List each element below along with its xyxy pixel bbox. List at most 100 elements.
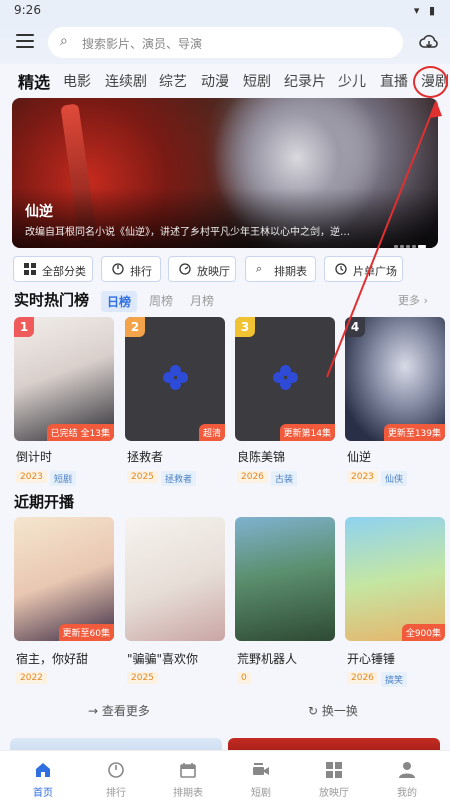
refresh-icon: ↻ — [308, 704, 322, 718]
user-icon — [399, 762, 415, 778]
genre-tag: 短剧 — [50, 471, 77, 486]
nav-rank[interactable]: 排行 — [81, 751, 151, 800]
poster: 更新至60集 — [14, 517, 114, 641]
poster: 3 更新第14集 — [235, 317, 335, 441]
banner-title: 仙逆 — [25, 204, 53, 220]
more-link[interactable]: 更多 › — [398, 292, 428, 308]
year-tag: 2026 — [347, 672, 378, 684]
status-badge: 更新至60集 — [58, 624, 114, 641]
hot-ranking-title: 实时热门榜 — [14, 291, 90, 309]
nav-rank-label: 排行 — [106, 788, 126, 799]
genre-tag: 仙侠 — [381, 471, 408, 486]
tab-kids[interactable]: 少儿 — [338, 71, 366, 91]
grid-icon — [326, 762, 342, 778]
title: 开心锤锤 — [347, 652, 396, 666]
poster: 2 超清 — [125, 317, 225, 441]
nav-profile-label: 我的 — [397, 788, 417, 799]
cinema-icon — [179, 263, 191, 275]
year-tag: 2022 — [16, 672, 47, 684]
nav-profile[interactable]: 我的 — [372, 751, 442, 800]
hero-banner[interactable]: 仙逆 改编自耳根同名小说《仙逆》，讲述了乡村平凡少年王林以心中之剑，逆… — [12, 98, 438, 248]
schedule-button[interactable]: ⌕ 排期表 — [245, 256, 316, 282]
rank-badge: 2 — [125, 317, 145, 337]
tab-daily[interactable]: 日榜 — [101, 291, 138, 312]
genre-tag: 搞笑 — [381, 672, 408, 687]
status-badge: 全900集 — [401, 624, 445, 641]
year-tag: 2023 — [347, 471, 378, 483]
placeholder-icon — [273, 365, 299, 391]
category-tabs: 精选 电影 连续剧 综艺 动漫 短剧 纪录片 少儿 直播 漫剧 — [0, 66, 450, 96]
search-icon: ⌕ — [256, 262, 263, 275]
shuffle-button[interactable]: ↻ 换一换 — [308, 702, 358, 719]
rank-icon — [108, 762, 124, 778]
genre-tag: 拯救者 — [161, 471, 197, 486]
rank-badge: 1 — [14, 317, 34, 337]
year-tag: 2023 — [16, 471, 47, 483]
tab-weekly[interactable]: 周榜 — [149, 292, 173, 309]
year-tag: 2026 — [237, 471, 268, 483]
poster — [125, 517, 225, 641]
placeholder-icon — [163, 365, 189, 391]
rank-badge: 4 — [345, 317, 365, 337]
title: 拯救者 — [127, 450, 164, 464]
playlist-square-label: 片单广场 — [353, 265, 397, 278]
ranking-icon — [112, 263, 124, 275]
poster: 全900集 — [345, 517, 445, 641]
poster: 1 已完结 全13集 — [14, 317, 114, 441]
status-badge: 更新第14集 — [279, 424, 335, 441]
tab-anime[interactable]: 动漫 — [201, 71, 229, 91]
poster: 4 更新至139集 — [345, 317, 445, 441]
nav-home-label: 首页 — [33, 788, 53, 799]
bottom-nav: 首页 排行 排期表 短剧 放映厅 我的 — [0, 750, 450, 800]
see-more-button[interactable]: → 查看更多 — [88, 702, 150, 719]
cloud-icon[interactable] — [418, 31, 440, 53]
nav-cinema[interactable]: 放映厅 — [299, 751, 369, 800]
upcoming-title: 近期开播 — [14, 493, 75, 511]
tab-monthly[interactable]: 月榜 — [190, 292, 214, 309]
nav-home[interactable]: 首页 — [8, 751, 78, 800]
status-badge: 更新至139集 — [383, 424, 445, 441]
cinema-button[interactable]: 放映厅 — [168, 256, 236, 282]
banner-description: 改编自耳根同名小说《仙逆》，讲述了乡村平凡少年王林以心中之剑，逆… — [25, 227, 350, 238]
all-categories-label: 全部分类 — [42, 265, 86, 278]
nav-cinema-label: 放映厅 — [319, 788, 349, 799]
year-tag: 0 — [237, 672, 251, 684]
nav-short-drama-label: 短剧 — [251, 788, 271, 799]
genre-tag: 古装 — [271, 471, 298, 486]
year-tag: 2025 — [127, 672, 158, 684]
nav-short-drama[interactable]: 短剧 — [226, 751, 296, 800]
tab-movies[interactable]: 电影 — [63, 71, 91, 91]
tab-documentary[interactable]: 纪录片 — [284, 71, 326, 91]
all-categories-button[interactable]: 全部分类 — [13, 256, 93, 282]
title: 荒野机器人 — [237, 652, 298, 666]
arrow-right-icon: → — [88, 704, 102, 718]
title: 倒计时 — [16, 450, 53, 464]
title: "骗骗"喜欢你 — [127, 652, 199, 666]
ranking-button[interactable]: 排行 — [101, 256, 161, 282]
tab-featured[interactable]: 精选 — [18, 69, 50, 93]
tab-live[interactable]: 直播 — [380, 71, 408, 91]
tab-short-drama[interactable]: 短剧 — [243, 71, 271, 91]
search-icon: ⌕ — [60, 33, 68, 49]
schedule-label: 排期表 — [274, 265, 307, 278]
status-bar: 9:26 ▾ ▮ — [0, 0, 450, 22]
banner-pager — [392, 233, 426, 248]
calendar-icon — [180, 763, 196, 778]
status-time: 9:26 — [14, 3, 41, 17]
search-input[interactable]: ⌕ 搜索影片、演员、导演 — [48, 27, 403, 58]
nav-schedule[interactable]: 排期表 — [153, 751, 223, 800]
title: 良陈美锦 — [237, 450, 286, 464]
status-badge: 已完结 全13集 — [46, 424, 114, 441]
system-icons: ▾ ▮ — [413, 4, 438, 17]
status-badge: 超清 — [198, 424, 225, 441]
poster — [235, 517, 335, 641]
tab-series[interactable]: 连续剧 — [105, 71, 147, 91]
title: 仙逆 — [347, 450, 372, 464]
tab-variety[interactable]: 综艺 — [159, 71, 187, 91]
nav-schedule-label: 排期表 — [173, 788, 203, 799]
year-tag: 2025 — [127, 471, 158, 483]
rank-badge: 3 — [235, 317, 255, 337]
home-icon — [36, 763, 50, 777]
playlist-square-button[interactable]: 片单广场 — [324, 256, 403, 282]
menu-icon[interactable] — [16, 34, 34, 48]
